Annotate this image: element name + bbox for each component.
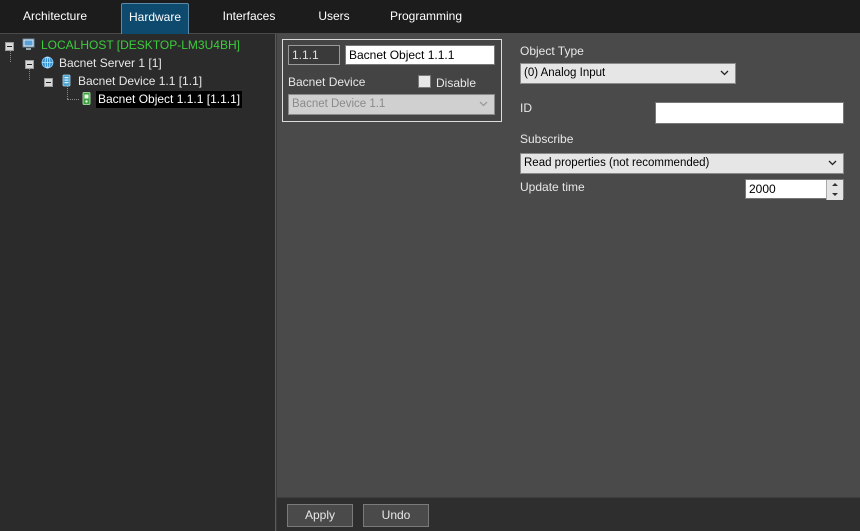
tab-programming[interactable]: Programming — [385, 3, 467, 34]
tree-item-bacnet-object[interactable]: Bacnet Object 1.1.1 [1.1.1] — [0, 91, 276, 108]
collapse-toggle-icon[interactable] — [44, 78, 53, 87]
chevron-down-icon — [479, 101, 488, 107]
update-time-label: Update time — [520, 180, 585, 194]
main-tab-bar: Architecture Hardware Interfaces Users P… — [0, 0, 860, 34]
apply-button[interactable]: Apply — [287, 504, 353, 527]
tree-item-label: Bacnet Device 1.1 [1.1] — [78, 74, 203, 88]
bacnet-device-select: Bacnet Device 1.1 — [288, 94, 495, 115]
id-field[interactable] — [655, 102, 844, 124]
collapse-toggle-icon[interactable] — [25, 60, 34, 69]
update-time-value: 2000 — [749, 182, 776, 196]
tree-item-label: Bacnet Object 1.1.1 [1.1.1] — [96, 91, 243, 108]
tree-item-bacnet-device[interactable]: Bacnet Device 1.1 [1.1] — [0, 73, 276, 90]
disable-checkbox[interactable] — [418, 75, 431, 88]
spin-down-icon[interactable] — [827, 190, 843, 199]
app-window: Architecture Hardware Interfaces Users P… — [0, 0, 860, 531]
hardware-tree: LOCALHOST [DESKTOP-LM3U4BH] Bacnet Serve… — [0, 34, 276, 531]
computer-icon — [22, 38, 35, 50]
object-number-field[interactable]: 1.1.1 — [288, 45, 340, 65]
object-type-label: Object Type — [520, 44, 584, 58]
tab-interfaces[interactable]: Interfaces — [213, 3, 285, 34]
object-type-select-value: (0) Analog Input — [524, 67, 606, 79]
object-icon — [82, 92, 91, 105]
tree-item-localhost[interactable]: LOCALHOST [DESKTOP-LM3U4BH] — [0, 37, 276, 54]
bacnet-device-select-value: Bacnet Device 1.1 — [292, 98, 386, 110]
spin-buttons — [826, 180, 843, 200]
chevron-down-icon — [828, 160, 837, 166]
id-label: ID — [520, 101, 532, 115]
device-icon — [62, 74, 71, 87]
tab-users[interactable]: Users — [307, 3, 361, 34]
tree-item-label: LOCALHOST [DESKTOP-LM3U4BH] — [41, 38, 240, 52]
subscribe-select[interactable]: Read properties (not recommended) — [520, 153, 844, 174]
bacnet-device-label: Bacnet Device — [288, 75, 366, 89]
chevron-down-icon — [720, 70, 729, 76]
object-name-field[interactable]: Bacnet Object 1.1.1 — [345, 45, 495, 65]
tab-hardware[interactable]: Hardware — [121, 3, 189, 34]
tree-item-bacnet-server[interactable]: Bacnet Server 1 [1] — [0, 55, 276, 72]
subscribe-select-value: Read properties (not recommended) — [524, 157, 710, 169]
globe-server-icon — [41, 56, 54, 69]
spin-up-icon[interactable] — [827, 180, 843, 189]
tab-architecture[interactable]: Architecture — [12, 3, 98, 34]
update-time-spinbox[interactable]: 2000 — [745, 179, 844, 200]
disable-label: Disable — [436, 76, 477, 90]
subscribe-label: Subscribe — [520, 132, 574, 146]
tree-item-label: Bacnet Server 1 [1] — [59, 56, 162, 70]
undo-button[interactable]: Undo — [363, 504, 429, 527]
collapse-toggle-icon[interactable] — [5, 42, 14, 51]
object-type-select[interactable]: (0) Analog Input — [520, 63, 736, 84]
